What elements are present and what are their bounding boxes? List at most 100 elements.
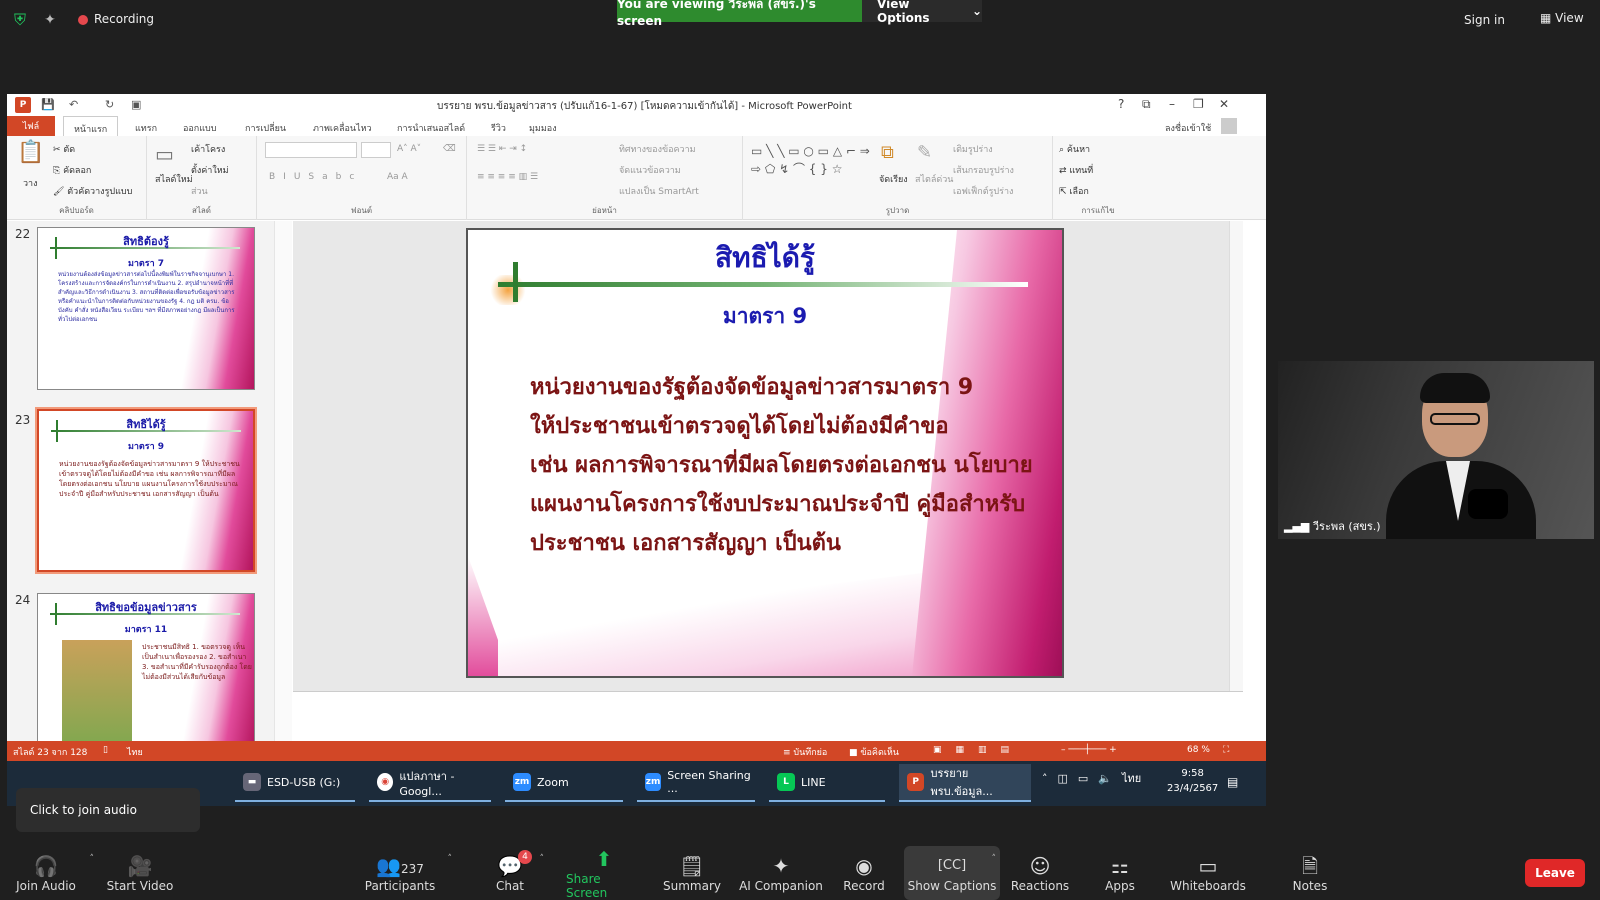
help-icon[interactable]: ? [1118,97,1124,111]
user-avatar-icon[interactable] [1221,118,1237,134]
view-button[interactable]: ▦ View [1540,11,1584,25]
record-button[interactable]: ◉ Record [842,846,886,900]
tab-review[interactable]: รีวิว [491,121,506,135]
taskbar-item-usb[interactable]: ▬ ESD-USB (G:) [235,764,355,802]
sign-in-button[interactable]: Sign in [1458,11,1511,29]
volume-icon[interactable]: 🔈 [1098,772,1112,785]
view-options-button[interactable]: View Options ⌄ [862,0,982,25]
slide-scrollbar[interactable] [1229,221,1243,691]
arrange-icon[interactable]: ⧉ [881,142,894,163]
paste-button[interactable]: วาง [23,176,38,190]
convert-smartart-button[interactable]: แปลงเป็น SmartArt [619,184,699,198]
slide-thumbnail-23[interactable]: สิทธิได้รู้ มาตรา 9 หน่วยงานของรัฐต้องจั… [37,409,255,572]
select-button[interactable]: ⇱ เลือก [1059,184,1089,198]
minimize-icon[interactable]: – [1169,97,1175,111]
participants-button[interactable]: 👥237 Participants ˄ [362,846,452,900]
start-video-button[interactable]: 🎥 Start Video [104,846,176,900]
show-captions-button[interactable]: [CC] Show Captions ˄ [904,846,1000,900]
tab-view[interactable]: มุมมอง [529,121,557,135]
clear-format-icon[interactable]: ⌫ [443,144,456,154]
input-language[interactable]: ไทย [1122,769,1141,787]
summary-button[interactable]: 🗒 Summary [663,846,721,900]
slide-subtitle[interactable]: มาตรา 9 [468,300,1062,333]
ribbon-display-icon[interactable]: ⧉ [1142,97,1151,112]
section-button[interactable]: ส่วน [191,184,208,198]
zoom-level[interactable]: 68 % [1187,745,1210,755]
slide-thumbnail-22[interactable]: สิทธิต้องรู้ มาตรา 7 หน่วยงานต้องส่งข้อม… [37,227,255,390]
tab-animations[interactable]: ภาพเคลื่อนไหว [313,121,372,135]
shapes-gallery[interactable]: ▭ ╲ ╲ ▭ ○ ▭ △ ⌐ ⇒ ⇨ ⬠ ↯ ⌒ { } ☆ [751,142,871,178]
tab-home[interactable]: หน้าแรก [63,116,119,136]
taskbar-item-chrome[interactable]: ◉ แปลภาษา - Googl... [369,764,491,802]
text-direction-button[interactable]: ทิศทางของข้อความ [619,142,696,156]
shape-outline-button[interactable]: เส้นกรอบรูปร่าง [953,163,1014,177]
save-icon[interactable]: 💾 [41,98,55,111]
chevron-up-icon[interactable]: ˄ [540,854,545,864]
align-icons[interactable]: ≡ ≡ ≡ ≡ ▥ ☰ [477,172,538,182]
chat-button[interactable]: 💬 4 Chat ˄ [490,846,544,900]
taskbar-item-zoom[interactable]: zm Zoom [505,764,623,802]
fit-slide-icon[interactable]: ⛶ [1223,745,1229,755]
tab-transitions[interactable]: การเปลี่ยน [245,121,286,135]
paste-icon[interactable]: 📋 [17,140,44,165]
tab-slideshow[interactable]: การนำเสนอสไลด์ [397,121,465,135]
shape-fill-button[interactable]: เติมรูปร่าง [953,142,993,156]
notification-icon[interactable]: ▤ [1227,775,1238,789]
close-icon[interactable]: ✕ [1219,97,1229,111]
bullets-icon[interactable]: ☰ ☰ ⇤ ⇥ ↕ [477,144,527,154]
new-slide-icon[interactable]: ▭ [155,142,174,166]
undo-icon[interactable]: ↶ [69,98,78,111]
grow-font-icon[interactable]: A˄ A˅ [397,144,421,154]
taskbar-item-screen-sharing[interactable]: zm Screen Sharing ... [637,764,755,802]
zoom-slider[interactable]: – ───┼─── + [1061,745,1117,755]
taskbar-item-line[interactable]: L LINE [769,764,885,802]
notes-toggle[interactable]: ≡ บันทึกย่อ [783,745,827,759]
align-text-button[interactable]: จัดแนวข้อความ [619,163,681,177]
whiteboards-button[interactable]: ▭ Whiteboards [1170,846,1246,900]
spellcheck-icon[interactable]: ▯ [103,745,108,755]
participant-video-tile[interactable]: ▂▄▆ วีระพล (สขร.) [1278,361,1594,539]
language-indicator[interactable]: ไทย [127,745,143,759]
replace-button[interactable]: ⇄ แทนที่ [1059,163,1093,177]
bold-italic-underline-icons[interactable]: BIUSabc [269,172,362,182]
reset-button[interactable]: ตั้งค่าใหม่ [191,163,229,177]
current-slide[interactable]: สิทธิได้รู้ มาตรา 9 หน่วยงานของรัฐต้องจั… [466,228,1064,678]
redo-icon[interactable]: ↻ [105,98,114,111]
thumbnail-scrollbar[interactable] [274,221,292,741]
taskbar-item-powerpoint[interactable]: P บรรยาย พรบ.ข้อมูล... [899,764,1031,802]
chevron-up-icon[interactable]: ˄ [1042,772,1048,785]
arrange-button[interactable]: จัดเรียง [879,172,908,186]
notes-button[interactable]: 🗎 Notes [1290,846,1330,900]
leave-button[interactable]: Leave [1525,859,1585,887]
security-shield-icon[interactable]: ⛨ [10,10,30,30]
join-audio-button[interactable]: 🎧 Join Audio ˄ [12,846,94,900]
tab-design[interactable]: ออกแบบ [183,121,217,135]
share-screen-button[interactable]: ⬆ Share Screen [566,846,642,900]
start-slideshow-icon[interactable]: ▣ [131,98,141,111]
slide-thumbnail-24[interactable]: สิทธิขอข้อมูลข่าวสาร มาตรา 11 ประชาชนมีส… [37,593,255,741]
font-name-box[interactable] [265,142,357,158]
restore-icon[interactable]: ❐ [1193,97,1204,111]
cut-button[interactable]: ✂ ตัด [53,142,75,156]
chevron-up-icon[interactable]: ˄ [448,854,453,864]
network-icon[interactable]: ▭ [1078,772,1088,785]
join-audio-tooltip[interactable]: Click to join audio [16,788,200,832]
chevron-up-icon[interactable]: ˄ [90,854,95,864]
apps-button[interactable]: ⚏ Apps [1100,846,1140,900]
copy-button[interactable]: ⎘ คัดลอก [53,163,91,177]
notes-pane[interactable] [293,691,1243,741]
slide-title[interactable]: สิทธิได้รู้ [468,236,1062,280]
shape-effects-button[interactable]: เอฟเฟ็กต์รูปร่าง [953,184,1013,198]
new-slide-button[interactable]: สไลด์ใหม่ [155,172,193,186]
ai-spark-icon[interactable]: ✦ [40,10,60,30]
ppt-signin-link[interactable]: ลงชื่อเข้าใช้ [1165,121,1211,135]
ai-companion-button[interactable]: ✦ AI Companion [738,846,824,900]
reactions-button[interactable]: ☺ Reactions [1011,846,1069,900]
font-color-icon[interactable]: Aa A [387,172,408,182]
meet-now-icon[interactable]: ◫ [1058,772,1068,785]
quick-styles-button[interactable]: สไตล์ด่วน [915,172,953,186]
chevron-up-icon[interactable]: ˄ [992,854,997,864]
view-mode-icons[interactable]: ▣▦▥▤ [933,745,1023,755]
font-size-box[interactable] [361,142,391,158]
layout-button[interactable]: เค้าโครง [191,142,225,156]
